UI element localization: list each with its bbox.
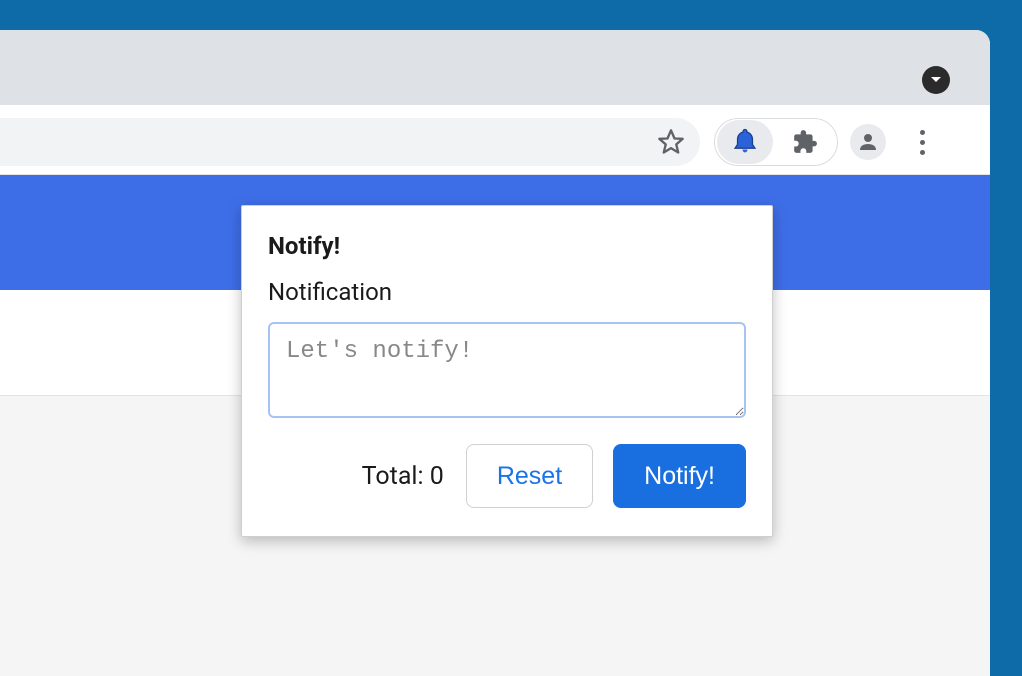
popup-actions: Total: 0 Reset Notify! [268,444,746,508]
total-text: Total: 0 [362,462,444,491]
vertical-dots-icon [920,130,925,155]
notification-textarea[interactable] [268,322,746,418]
notify-extension-button[interactable] [717,120,773,164]
toolbar [0,105,990,175]
puzzle-icon [792,129,818,155]
bell-icon [730,127,760,157]
person-icon [856,130,880,154]
address-bar[interactable] [0,118,700,166]
tabs-dropdown-button[interactable] [922,66,950,94]
browser-window: Notify! Notification Total: 0 Reset Noti… [0,30,990,676]
notification-label: Notification [268,278,746,306]
chevron-down-icon [930,76,942,84]
popup-title: Notify! [268,232,746,260]
profile-button[interactable] [850,124,886,160]
reset-button[interactable]: Reset [466,444,593,508]
extension-popup: Notify! Notification Total: 0 Reset Noti… [241,205,773,537]
total-value: 0 [430,462,444,491]
tabstrip [0,30,990,105]
extensions-button[interactable] [773,129,837,155]
notify-button[interactable]: Notify! [613,444,746,508]
browser-menu-button[interactable] [904,124,940,160]
bookmark-star-button[interactable] [656,127,686,157]
total-label: Total: [362,462,424,491]
star-icon [657,128,685,156]
extensions-chip [714,118,838,166]
